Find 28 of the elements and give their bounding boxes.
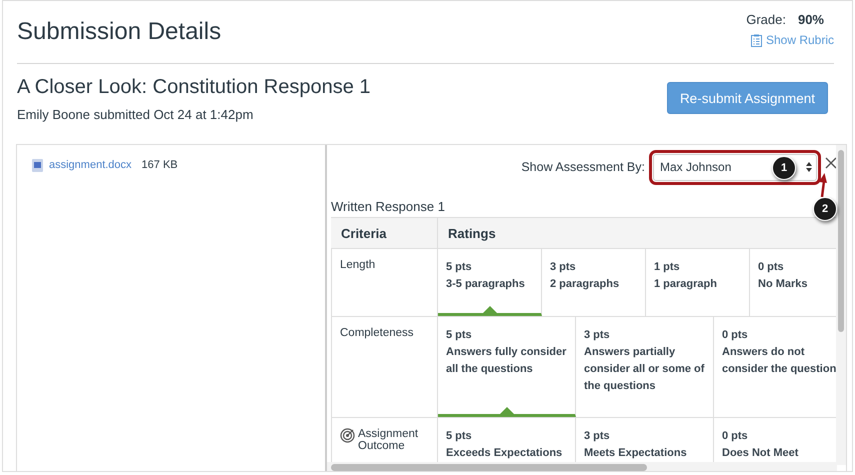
clipboard-icon (750, 34, 762, 46)
assignment-title: A Closer Look: Constitution Response 1 (17, 76, 371, 99)
criterion-name: Completeness (340, 327, 414, 339)
close-icon[interactable] (825, 157, 837, 169)
rating-cell[interactable]: 3 pts Answers partially consider all or some of the questions (576, 317, 714, 417)
column-header: Criteria (331, 218, 438, 248)
callout-badge: 1 (772, 156, 796, 180)
callout-badge: 2 (813, 197, 837, 221)
assessor-label: Show Assessment By: (521, 160, 645, 174)
sort-arrows-icon (806, 161, 812, 173)
grade-value: 90% (798, 12, 824, 27)
horizontal-scrollbar[interactable] (327, 462, 837, 471)
criterion-name: Length (340, 259, 376, 271)
page-title: Submission Details (17, 18, 222, 47)
submission-info: Emily Boone submitted Oct 24 at 1:42pm (17, 107, 254, 122)
rating-cell[interactable]: 3 pts 2 paragraphs (542, 249, 646, 316)
rating-cell[interactable]: 1 pts 1 paragraph (646, 249, 750, 316)
document-icon (32, 159, 43, 172)
criterion-name: Assignment Outcome (358, 428, 420, 452)
file-size: 167 KB (142, 159, 178, 171)
rating-cell[interactable]: 5 pts Answers fully consider all the questions (438, 317, 576, 417)
column-header: Ratings (447, 225, 497, 243)
grade-label: Grade: (746, 12, 786, 27)
rating-cell[interactable]: 5 pts 3-5 paragraphs (438, 249, 542, 316)
vertical-scrollbar[interactable] (836, 145, 846, 465)
file-link[interactable]: assignment.docx (49, 159, 132, 171)
rubric-title: Written Response 1 (331, 199, 445, 214)
target-icon (340, 428, 355, 443)
